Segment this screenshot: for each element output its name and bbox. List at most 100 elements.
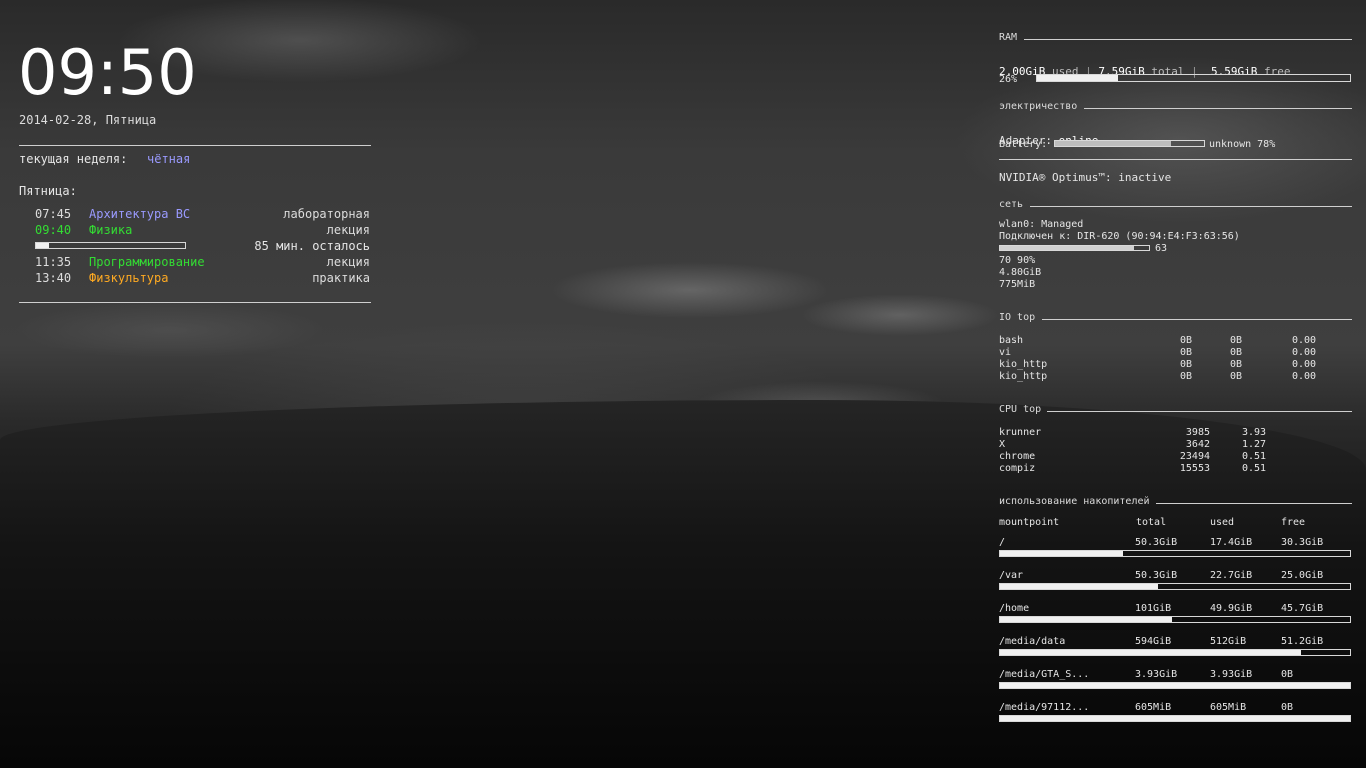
storage-usage-fill	[1000, 716, 1350, 721]
storage-free: 0B	[1281, 702, 1294, 713]
power-divider	[1084, 108, 1352, 109]
storage-used: 22.7GiB	[1210, 570, 1253, 581]
io-divider	[1042, 319, 1352, 320]
storage-mount: /media/97112...	[999, 702, 1090, 713]
nvidia-divider	[999, 159, 1352, 160]
cpu-pid: 23494	[1179, 451, 1210, 462]
storage-used: 49.9GiB	[1210, 603, 1253, 614]
io-write: 0B	[1230, 359, 1243, 370]
storage-used: 3.93GiB	[1210, 669, 1253, 680]
lesson-time: 11:35	[35, 255, 72, 269]
network-quality: 70 90%	[999, 255, 1036, 266]
io-process-name: kio_http	[999, 371, 1048, 382]
network-down-total: 4.80GiB	[999, 267, 1042, 278]
network-title: сеть	[999, 199, 1024, 210]
storage-usage-bar	[999, 682, 1351, 689]
storage-header-mount: mountpoint	[999, 517, 1060, 528]
lesson-name: Физкультура	[89, 271, 169, 285]
lesson-time: 09:40	[35, 223, 72, 237]
storage-usage-bar	[999, 583, 1351, 590]
storage-free: 51.2GiB	[1281, 636, 1324, 647]
nvidia-status: NVIDIA® Optimus™: inactive	[999, 171, 1172, 184]
battery-bar	[1054, 140, 1205, 147]
cpu-process-name: X	[999, 439, 1006, 450]
network-divider	[1030, 206, 1352, 207]
io-write: 0B	[1230, 347, 1243, 358]
storage-total: 50.3GiB	[1135, 537, 1178, 548]
io-title: IO top	[999, 312, 1036, 323]
schedule-top-divider	[19, 145, 371, 146]
lesson-time: 07:45	[35, 207, 72, 221]
storage-total: 594GiB	[1135, 636, 1172, 647]
week-value: чётная	[147, 152, 191, 166]
cpu-percent: 0.51	[1242, 451, 1267, 462]
signal-value: 63	[1155, 243, 1168, 254]
lesson-type: практика	[312, 271, 370, 285]
ram-bar-fill	[1037, 75, 1119, 81]
ram-bar	[1036, 74, 1351, 82]
storage-mount: /var	[999, 570, 1024, 581]
storage-total: 605MiB	[1135, 702, 1172, 713]
io-percent: 0.00	[1292, 359, 1317, 370]
week-label: текущая неделя:	[19, 152, 128, 166]
storage-mount: /	[999, 537, 1006, 548]
storage-free: 0B	[1281, 669, 1294, 680]
io-read: 0B	[1180, 371, 1193, 382]
storage-usage-bar	[999, 649, 1351, 656]
cpu-process-name: chrome	[999, 451, 1036, 462]
io-write: 0B	[1230, 371, 1243, 382]
storage-total: 3.93GiB	[1135, 669, 1178, 680]
cpu-percent: 3.93	[1242, 427, 1267, 438]
cpu-divider	[1047, 411, 1352, 412]
lesson-type: лекция	[326, 223, 370, 237]
storage-usage-bar	[999, 715, 1351, 722]
io-read: 0B	[1180, 335, 1193, 346]
ram-title: RAM	[999, 32, 1018, 43]
storage-used: 605MiB	[1210, 702, 1247, 713]
battery-status: unknown 78%	[1209, 139, 1276, 150]
storage-used: 17.4GiB	[1210, 537, 1253, 548]
ram-percent: 26%	[999, 74, 1018, 85]
cpu-pid: 3642	[1185, 439, 1210, 450]
io-percent: 0.00	[1292, 347, 1317, 358]
io-process-name: bash	[999, 335, 1024, 346]
storage-total: 101GiB	[1135, 603, 1172, 614]
io-process-name: vi	[999, 347, 1012, 358]
io-process-name: kio_http	[999, 359, 1048, 370]
battery-bar-fill	[1055, 141, 1172, 146]
storage-divider	[1156, 503, 1352, 504]
storage-header-free: free	[1281, 517, 1306, 528]
lesson-name: Физика	[89, 223, 133, 237]
network-iface: wlan0: Managed	[999, 219, 1084, 230]
schedule-bottom-divider	[19, 302, 371, 303]
lesson-name: Программирование	[89, 255, 205, 269]
clock-date: 2014-02-28, Пятница	[19, 113, 157, 127]
storage-free: 30.3GiB	[1281, 537, 1324, 548]
lesson-type: лабораторная	[283, 207, 370, 221]
power-title: электричество	[999, 101, 1078, 112]
cpu-process-name: krunner	[999, 427, 1042, 438]
storage-usage-fill	[1000, 617, 1172, 622]
io-percent: 0.00	[1292, 371, 1317, 382]
storage-usage-fill	[1000, 683, 1350, 688]
storage-header-total: total	[1136, 517, 1167, 528]
network-up-total: 775MiB	[999, 279, 1036, 290]
cpu-title: CPU top	[999, 404, 1042, 415]
cpu-percent: 0.51	[1242, 463, 1267, 474]
network-connected: Подключен к: DIR-620 (90:94:E4:F3:63:56)	[999, 231, 1240, 242]
lesson-type: лекция	[326, 255, 370, 269]
storage-usage-bar	[999, 550, 1351, 557]
storage-mount: /home	[999, 603, 1030, 614]
storage-mount: /media/GTA_S...	[999, 669, 1090, 680]
cpu-pid: 15553	[1179, 463, 1210, 474]
lesson-time: 13:40	[35, 271, 72, 285]
cpu-percent: 1.27	[1242, 439, 1267, 450]
storage-usage-bar	[999, 616, 1351, 623]
storage-free: 25.0GiB	[1281, 570, 1324, 581]
battery-label: Battery:	[999, 139, 1048, 150]
cpu-process-name: compiz	[999, 463, 1036, 474]
storage-usage-fill	[1000, 584, 1158, 589]
signal-bar	[999, 245, 1150, 251]
day-title: Пятница:	[19, 184, 77, 198]
lesson-progress-fill	[36, 243, 50, 248]
